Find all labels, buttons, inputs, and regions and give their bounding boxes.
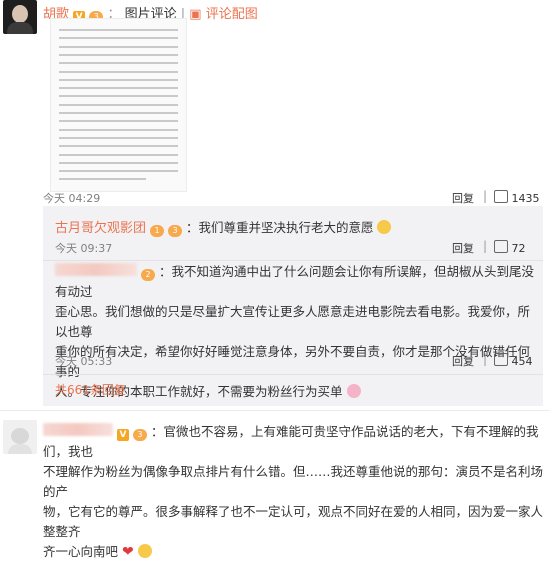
action-divider: |: [483, 352, 488, 366]
image-text-line: [59, 136, 178, 139]
level-badge-icon: 1: [150, 225, 164, 237]
image-text-line: [59, 87, 178, 90]
blurred-username[interactable]: [55, 263, 137, 276]
image-text-line: [59, 120, 178, 123]
image-text-line: [59, 178, 146, 181]
image-text-line: [59, 95, 178, 98]
image-text-line: [59, 53, 178, 56]
image-text-line: [59, 161, 178, 164]
image-text-line: [59, 153, 178, 156]
image-text-line: [59, 29, 178, 31]
reply-button[interactable]: 回复: [452, 353, 474, 369]
comment-text-line: 齐一心向南吧: [43, 544, 119, 559]
like-icon: [494, 190, 508, 203]
comment-line: V 3 ：官微也不容易，上有难能可贵坚守作品说话的老大，下有不理解的我们，我也: [43, 422, 548, 462]
comment-image[interactable]: [50, 18, 187, 192]
image-text-line: [59, 145, 178, 148]
comment-divider: [0, 410, 550, 411]
action-divider: |: [483, 189, 488, 203]
image-text-line: [59, 170, 178, 173]
comment-line: 齐一心向南吧 ❤: [43, 542, 548, 562]
like-count: 1435: [511, 192, 540, 205]
image-text-line: [59, 112, 178, 114]
applause-emoji-icon: [377, 220, 392, 234]
avatar-face: [12, 5, 28, 23]
heart-icon: ❤: [122, 544, 134, 560]
avatar-face: [11, 428, 29, 444]
comment-time: 今天 04:29: [43, 192, 101, 205]
image-text-line: [59, 78, 178, 81]
like-button[interactable]: 454: [494, 353, 533, 368]
like-button[interactable]: 72: [494, 240, 526, 255]
image-text-line: [59, 70, 178, 73]
comment-text-line: 不理解作为粉丝为偶像争取点排片有什么错。但……我还尊重他说的那句：演员不是名利场…: [43, 464, 544, 499]
image-text-line: [59, 62, 178, 65]
reply-text-line: 歪心思。我们想做的只是尽量扩大宣传让更多人愿意走进电影院去看电影。我爱你，所以也…: [55, 304, 531, 339]
reply-button[interactable]: 回复: [452, 240, 474, 256]
commenter-avatar[interactable]: [3, 420, 37, 454]
more-replies-link[interactable]: 共661条回复: [55, 381, 126, 398]
reply-item-1: 古月哥欠观影团 1 3 ：我们尊重并坚决执行老大的意愿: [55, 217, 392, 237]
sad-emoji-icon: [137, 544, 152, 558]
level-badge-icon: 2: [140, 269, 155, 281]
like-count: 454: [511, 355, 533, 368]
verified-badge-icon: V: [116, 429, 129, 441]
like-icon: [494, 353, 508, 366]
like-button[interactable]: 1435: [494, 190, 540, 205]
image-text-line: [59, 37, 178, 40]
view-image-icon: ▣: [189, 7, 202, 22]
reply-item-2: 2 ：我不知道沟通中出了什么问题会让你有所误解，但胡椒从头到尾没有动过 歪心思。…: [55, 262, 540, 402]
avatar-body: [8, 444, 32, 454]
reply-line: 2 ：我不知道沟通中出了什么问题会让你有所误解，但胡椒从头到尾没有动过: [55, 262, 540, 302]
comment-item-3: V 3 ：官微也不容易，上有难能可贵坚守作品说话的老大，下有不理解的我们，我也 …: [43, 422, 548, 562]
comment-text-line: 物，它有它的尊严。很多事解释了也不一定认可，观点不同好在爱的人相同，因为爱一家人…: [43, 504, 544, 539]
reply-button[interactable]: 回复: [452, 190, 474, 206]
like-count: 72: [511, 242, 526, 255]
image-text-line: [59, 103, 178, 106]
reply-text: ：我们尊重并坚决执行老大的意愿: [185, 220, 374, 235]
reply-line: 人。专注你的本职工作就好，不需要为粉丝行为买单: [55, 382, 540, 402]
kiss-emoji-icon: [346, 384, 361, 398]
level-badge-icon: 3: [167, 225, 182, 237]
avatar-body: [7, 22, 33, 34]
view-image-link[interactable]: 评论配图: [206, 7, 258, 22]
level-badge-icon: 3: [132, 429, 147, 441]
image-text-line: [59, 45, 178, 48]
reply-divider: [43, 260, 543, 261]
reply-divider: [43, 374, 543, 375]
like-icon: [494, 240, 508, 253]
action-divider: |: [483, 239, 488, 253]
author-avatar[interactable]: [3, 0, 37, 34]
reply-time: 今天 09:37: [55, 242, 113, 255]
image-text-line: [59, 128, 178, 131]
reply-time: 今天 05:33: [55, 355, 113, 368]
blurred-username[interactable]: [43, 423, 113, 436]
reply-author[interactable]: 古月哥欠观影团: [55, 221, 146, 236]
